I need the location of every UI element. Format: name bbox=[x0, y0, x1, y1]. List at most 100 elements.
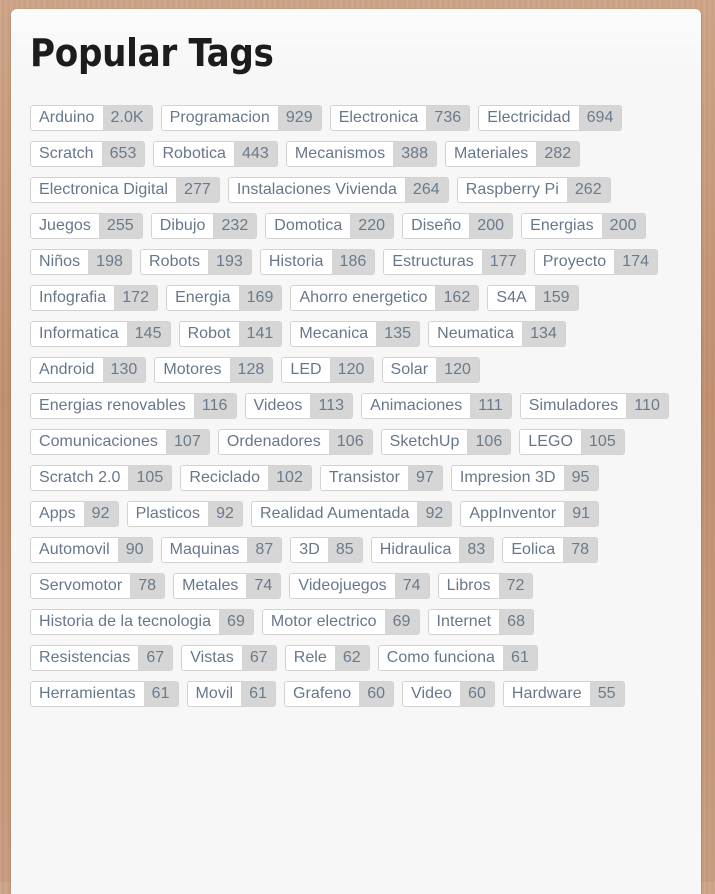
tag-item[interactable]: Electricidad 694 bbox=[478, 105, 623, 131]
tag-item[interactable]: Informatica 145 bbox=[30, 321, 171, 347]
tag-item[interactable]: Impresion 3D 95 bbox=[450, 465, 599, 491]
tag-item[interactable]: Comunicaciones 107 bbox=[30, 429, 210, 455]
tag-item[interactable]: Metales 74 bbox=[173, 573, 282, 599]
tag-item[interactable]: Videojuegos 74 bbox=[289, 573, 430, 599]
tag-count-badge: 91 bbox=[564, 502, 599, 526]
tag-count-badge: 193 bbox=[208, 250, 251, 274]
tag-label: Energias bbox=[522, 214, 602, 238]
tag-item[interactable]: Raspberry Pi 262 bbox=[456, 177, 611, 203]
tag-count-badge: 105 bbox=[128, 466, 172, 490]
tag-label: Apps bbox=[31, 502, 84, 526]
tag-label: Motores bbox=[155, 358, 230, 382]
tag-label: SketchUp bbox=[381, 430, 468, 454]
tag-item[interactable]: Automovil 90 bbox=[30, 537, 153, 563]
tag-item[interactable]: Realidad Aumentada 92 bbox=[250, 501, 453, 527]
tag-count-badge: 85 bbox=[327, 538, 362, 562]
tag-item[interactable]: Diseño 200 bbox=[402, 213, 514, 239]
tag-item[interactable]: Apps 92 bbox=[30, 501, 119, 527]
tag-label: Materiales bbox=[446, 142, 537, 166]
tag-item[interactable]: Domotica 220 bbox=[265, 213, 395, 239]
tag-count-badge: 736 bbox=[426, 106, 470, 130]
tag-item[interactable]: Historia 186 bbox=[259, 249, 376, 275]
tag-item[interactable]: Eolica 78 bbox=[502, 537, 599, 563]
tag-count-badge: 92 bbox=[417, 502, 452, 526]
tag-item[interactable]: Mecanismos 388 bbox=[285, 141, 438, 167]
tag-count-badge: 74 bbox=[246, 574, 281, 598]
tag-item[interactable]: LED 120 bbox=[281, 357, 374, 383]
tag-item[interactable]: Servomotor 78 bbox=[30, 573, 166, 599]
tag-item[interactable]: Juegos 255 bbox=[30, 213, 143, 239]
tag-label: Neumatica bbox=[429, 322, 523, 346]
tag-item[interactable]: Robots 193 bbox=[140, 249, 252, 275]
tag-item[interactable]: Maquinas 87 bbox=[160, 537, 283, 563]
tag-item[interactable]: Energias 200 bbox=[521, 213, 646, 239]
tag-item[interactable]: Electronica Digital 277 bbox=[30, 177, 220, 203]
tag-item[interactable]: Como funciona 61 bbox=[377, 645, 538, 671]
tag-item[interactable]: Motores 128 bbox=[154, 357, 274, 383]
tag-count-badge: 929 bbox=[277, 106, 321, 130]
tag-item[interactable]: Scratch 653 bbox=[30, 141, 146, 167]
tag-label: Robotica bbox=[154, 142, 235, 166]
tag-item[interactable]: 3D 85 bbox=[290, 537, 363, 563]
tag-count-badge: 116 bbox=[193, 394, 236, 418]
tag-item[interactable]: Historia de la tecnologia 69 bbox=[30, 609, 254, 635]
tag-item[interactable]: Proyecto 174 bbox=[533, 249, 659, 275]
tag-item[interactable]: Robotica 443 bbox=[153, 141, 278, 167]
tag-item[interactable]: Niños 198 bbox=[30, 249, 133, 275]
tag-item[interactable]: Materiales 282 bbox=[445, 141, 581, 167]
tag-label: Hidraulica bbox=[371, 538, 460, 562]
tag-item[interactable]: Hidraulica 83 bbox=[370, 537, 495, 563]
tag-item[interactable]: Mecanica 135 bbox=[290, 321, 421, 347]
tag-item[interactable]: Robot 141 bbox=[178, 321, 283, 347]
tag-count-badge: 694 bbox=[578, 106, 622, 130]
popular-tags-card: Popular Tags Arduino 2.0K Programacion 929 E… bbox=[11, 9, 701, 894]
tag-item[interactable]: Energia 169 bbox=[166, 285, 283, 311]
card-content: Popular Tags Arduino 2.0K Programacion 929 E… bbox=[11, 9, 701, 707]
tag-item[interactable]: Dibujo 232 bbox=[150, 213, 258, 239]
tag-item[interactable]: Plasticos 92 bbox=[126, 501, 243, 527]
tag-item[interactable]: S4A 159 bbox=[487, 285, 579, 311]
tag-item[interactable]: SketchUp 106 bbox=[380, 429, 512, 455]
tag-count-badge: 172 bbox=[114, 286, 158, 310]
tag-label: Scratch bbox=[31, 142, 102, 166]
tag-label: Arduino bbox=[31, 106, 103, 130]
tag-item[interactable]: Solar 120 bbox=[381, 357, 480, 383]
tag-item[interactable]: Vistas 67 bbox=[181, 645, 277, 671]
tag-item[interactable]: Video 60 bbox=[402, 681, 495, 707]
tag-label: AppInventor bbox=[461, 502, 565, 526]
tag-item[interactable]: Arduino 2.0K bbox=[30, 105, 153, 131]
tag-item[interactable]: Videos 113 bbox=[244, 393, 354, 419]
tag-item[interactable]: AppInventor 91 bbox=[460, 501, 600, 527]
tag-item[interactable]: Movil 61 bbox=[186, 681, 277, 707]
tag-item[interactable]: Programacion 929 bbox=[160, 105, 322, 131]
tag-item[interactable]: Instalaciones Vivienda 264 bbox=[227, 177, 449, 203]
tag-item[interactable]: Animaciones 111 bbox=[361, 393, 512, 419]
tag-item[interactable]: Neumatica 134 bbox=[428, 321, 566, 347]
tag-item[interactable]: Ordenadores 106 bbox=[217, 429, 373, 455]
tag-label: Raspberry Pi bbox=[457, 178, 567, 202]
tag-item[interactable]: Ahorro energetico 162 bbox=[290, 285, 480, 311]
tag-count-badge: 145 bbox=[126, 322, 170, 346]
tag-item[interactable]: LEGO 105 bbox=[519, 429, 625, 455]
tag-item[interactable]: Android 130 bbox=[30, 357, 147, 383]
tag-item[interactable]: Hardware 55 bbox=[502, 681, 625, 707]
tag-item[interactable]: Resistencias 67 bbox=[30, 645, 174, 671]
tag-item[interactable]: Rele 62 bbox=[284, 645, 370, 671]
tag-item[interactable]: Transistor 97 bbox=[319, 465, 443, 491]
tag-cloud: Arduino 2.0K Programacion 929 Electronica 736… bbox=[30, 105, 683, 707]
tag-count-badge: 134 bbox=[522, 322, 565, 346]
tag-item[interactable]: Simuladores 110 bbox=[519, 393, 669, 419]
tag-item[interactable]: Scratch 2.0 105 bbox=[30, 465, 173, 491]
tag-item[interactable]: Infografia 172 bbox=[30, 285, 159, 311]
tag-item[interactable]: Internet 68 bbox=[427, 609, 535, 635]
tag-count-badge: 264 bbox=[404, 178, 448, 202]
tag-item[interactable]: Electronica 736 bbox=[329, 105, 471, 131]
tag-item[interactable]: Grafeno 60 bbox=[284, 681, 395, 707]
tag-label: Robot bbox=[179, 322, 239, 346]
tag-item[interactable]: Estructuras 177 bbox=[383, 249, 526, 275]
tag-item[interactable]: Herramientas 61 bbox=[30, 681, 179, 707]
tag-item[interactable]: Reciclado 102 bbox=[180, 465, 312, 491]
tag-item[interactable]: Libros 72 bbox=[437, 573, 534, 599]
tag-item[interactable]: Motor electrico 69 bbox=[261, 609, 420, 635]
tag-item[interactable]: Energias renovables 116 bbox=[30, 393, 237, 419]
